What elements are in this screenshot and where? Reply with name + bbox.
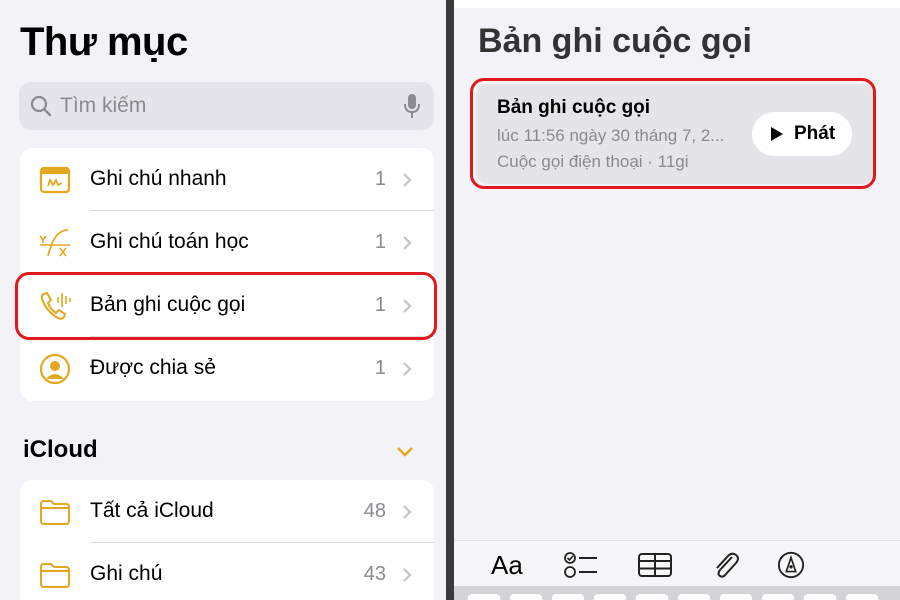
folder-label: Được chia sẻ [90,356,216,379]
format-text-icon[interactable]: Aa [491,550,523,580]
split-divider [446,0,454,600]
folder-count: 1 [374,168,386,190]
chevron-down-icon[interactable] [396,446,414,458]
folders-pane: Thư mục Tìm kiếm Ghi chú nhanh 1 Ghi chú… [0,0,446,600]
folder-row-shared[interactable]: Được chia sẻ 1 [20,337,434,400]
attachment-icon[interactable] [710,551,740,579]
folder-row-all-icloud[interactable]: Tất cả iCloud 48 [20,480,434,543]
keyboard-key [846,594,878,600]
folder-label: Ghi chú [90,562,163,585]
folder-count: 48 [363,500,386,522]
folder-title: Bản ghi cuộc gọi [478,22,752,60]
keyboard-key [510,594,542,600]
shared-person-icon [39,353,71,385]
search-placeholder: Tìm kiếm [60,94,147,117]
keyboard-key [720,594,752,600]
keyboard-key [678,594,710,600]
table-icon[interactable] [637,551,673,579]
quick-note-icon [39,166,71,194]
folder-label: Ghi chú toán học [90,230,249,253]
icloud-folder-list: Tất cả iCloud 48 Ghi chú 43 [20,480,434,600]
folder-icon [40,500,70,525]
editor-toolbar: Aa [454,540,900,586]
folder-row-notes[interactable]: Ghi chú 43 [20,543,434,600]
folder-row-math-notes[interactable]: Ghi chú toán học 1 [20,211,434,274]
keyboard-key [468,594,500,600]
folder-count: 1 [374,357,386,379]
folder-label: Ghi chú nhanh [90,167,227,190]
chevron-right-icon [403,505,412,519]
microphone-icon[interactable] [402,93,422,119]
search-field[interactable]: Tìm kiếm [19,82,434,130]
chevron-right-icon [403,362,412,376]
page-title: Thư mục [20,20,188,64]
folder-label: Tất cả iCloud [90,499,214,522]
folder-icon [40,563,70,588]
checklist-icon[interactable] [564,551,598,579]
top-bar [454,0,900,8]
chevron-right-icon [403,173,412,187]
keyboard-key [552,594,584,600]
keyboard-key [762,594,794,600]
recordings-pane: Bản ghi cuộc gọi Bản ghi cuộc gọi lúc 11… [454,0,900,600]
highlight-box [470,78,876,189]
keyboard-key [594,594,626,600]
search-icon [30,95,52,117]
math-notes-icon [39,229,70,257]
markup-pen-icon[interactable] [776,551,806,579]
folder-count: 1 [374,231,386,253]
highlight-box [15,272,437,340]
icloud-section-header[interactable]: iCloud [23,436,98,464]
folder-count: 43 [363,563,386,585]
folder-row-quick-notes[interactable]: Ghi chú nhanh 1 [20,148,434,211]
chevron-right-icon [403,568,412,582]
keyboard-key [804,594,836,600]
keyboard-key [636,594,668,600]
chevron-right-icon [403,236,412,250]
